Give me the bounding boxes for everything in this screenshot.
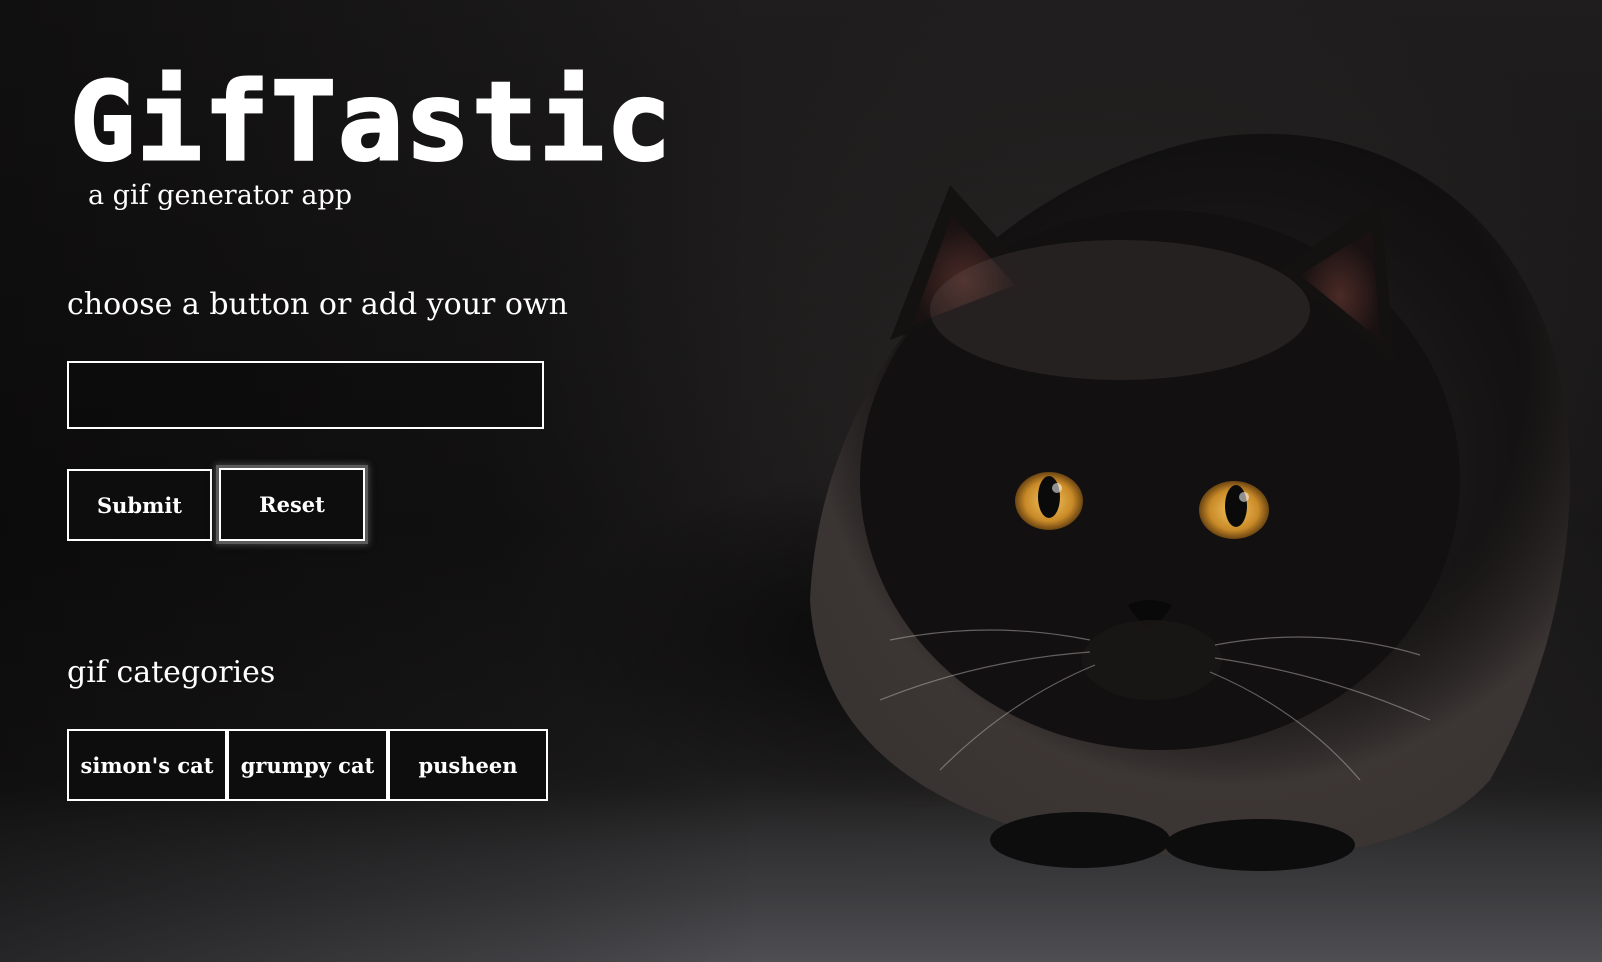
category-button-simons-cat[interactable]: simon's cat (67, 729, 227, 801)
gif-topic-input[interactable] (67, 361, 544, 429)
category-button-pusheen[interactable]: pusheen (388, 729, 548, 801)
category-button-grumpy-cat[interactable]: grumpy cat (227, 729, 388, 801)
app-subtitle: a gif generator app (88, 180, 353, 211)
add-button-heading: choose a button or add your own (67, 287, 568, 322)
reset-button[interactable]: Reset (219, 468, 365, 541)
app-title: GifTastic (68, 60, 674, 185)
submit-button[interactable]: Submit (67, 469, 212, 541)
gif-categories-heading: gif categories (67, 655, 276, 690)
